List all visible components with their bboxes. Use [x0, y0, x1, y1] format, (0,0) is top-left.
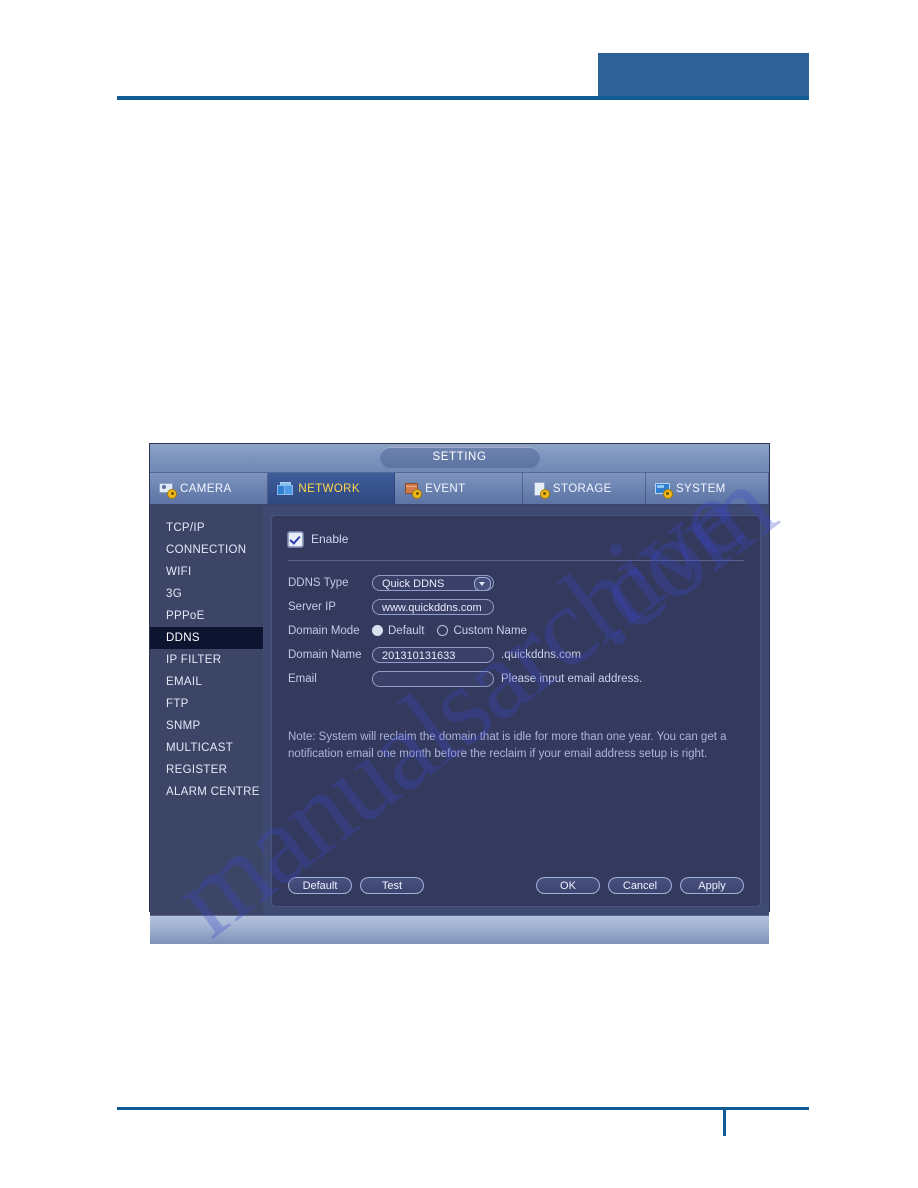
radio-default-label: Default — [388, 624, 425, 637]
sidebar-item-multicast[interactable]: MULTICAST — [150, 737, 263, 759]
tab-system[interactable]: SYSTEM — [646, 473, 769, 504]
ok-button[interactable]: OK — [536, 877, 600, 894]
domain-name-label: Domain Name — [288, 648, 362, 661]
tab-network-label: NETWORK — [298, 482, 360, 495]
server-ip-row: Server IP www.quickddns.com — [288, 596, 744, 617]
dialog-tabbar: CAMERA NETWORK EVENT STORAGE SYSTEM — [150, 473, 769, 505]
tab-event[interactable]: EVENT — [395, 473, 523, 504]
tab-storage-label: STORAGE — [552, 482, 612, 495]
dvr-setting-dialog: SETTING CAMERA NETWORK EVENT STORAGE SYS… — [150, 444, 769, 944]
page-footer-rule — [117, 1107, 809, 1110]
page-header-rule — [117, 96, 809, 100]
ddns-type-select[interactable]: Quick DDNS — [372, 574, 494, 591]
tab-network[interactable]: NETWORK — [268, 473, 396, 504]
server-ip-input[interactable]: www.quickddns.com — [372, 598, 494, 615]
domain-mode-radio-group: Default Custom Name — [372, 625, 535, 637]
server-ip-label: Server IP — [288, 600, 336, 613]
test-button[interactable]: Test — [360, 877, 424, 894]
dialog-title: SETTING — [379, 447, 540, 468]
sidebar-item-register[interactable]: REGISTER — [150, 759, 263, 781]
sidebar-item-3g[interactable]: 3G — [150, 583, 263, 605]
radio-custom-name[interactable] — [437, 625, 449, 636]
radio-custom-name-label: Custom Name — [453, 624, 527, 637]
enable-checkbox[interactable] — [288, 531, 303, 547]
sidebar-item-email[interactable]: EMAIL — [150, 671, 263, 693]
domain-name-input[interactable]: 201310131633 — [372, 646, 494, 663]
tab-storage[interactable]: STORAGE — [523, 473, 646, 504]
default-button[interactable]: Default — [288, 877, 352, 894]
sidebar-item-ddns[interactable]: DDNS — [150, 627, 263, 649]
email-row: Email Please input email address. — [288, 668, 744, 689]
camera-icon — [159, 482, 176, 498]
sidebar-item-ip-filter[interactable]: IP FILTER — [150, 649, 263, 671]
sidebar-item-snmp[interactable]: SNMP — [150, 715, 263, 737]
domain-name-row: Domain Name 201310131633 .quickddns.com — [288, 644, 744, 665]
enable-row: Enable — [288, 530, 744, 548]
page-header-accent-block — [598, 53, 809, 99]
reclaim-note: Note: System will reclaim the domain tha… — [288, 731, 727, 760]
dialog-footer-bar — [150, 915, 769, 944]
network-sidebar: TCP/IP CONNECTION WIFI 3G PPPoE DDNS IP … — [150, 505, 263, 915]
tab-event-label: EVENT — [425, 482, 466, 495]
ddns-type-label: DDNS Type — [288, 576, 349, 589]
ddns-type-row: DDNS Type Quick DDNS — [288, 572, 744, 593]
dialog-titlebar: SETTING — [150, 444, 769, 473]
domain-name-suffix: .quickddns.com — [501, 648, 581, 661]
enable-label: Enable — [311, 532, 349, 546]
domain-mode-label: Domain Mode — [288, 624, 360, 637]
chevron-down-icon[interactable] — [474, 576, 491, 590]
sidebar-item-wifi[interactable]: WIFI — [150, 561, 263, 583]
sidebar-item-tcpip[interactable]: TCP/IP — [150, 517, 263, 539]
ddns-settings-content: Enable DDNS Type Quick DDNS Server IP ww… — [263, 505, 769, 915]
email-input[interactable] — [372, 670, 494, 687]
tab-camera-label: CAMERA — [180, 482, 232, 495]
system-icon — [654, 482, 672, 498]
email-hint: Please input email address. — [501, 672, 643, 685]
page-footer-tick — [723, 1110, 726, 1136]
storage-icon — [532, 481, 549, 498]
tab-system-label: SYSTEM — [675, 482, 726, 495]
apply-button[interactable]: Apply — [680, 877, 744, 894]
ddns-panel: Enable DDNS Type Quick DDNS Server IP ww… — [271, 515, 761, 907]
dialog-body: TCP/IP CONNECTION WIFI 3G PPPoE DDNS IP … — [150, 505, 769, 915]
email-label: Email — [288, 672, 317, 685]
dialog-button-row: Default Test OK Cancel Apply — [288, 877, 744, 894]
tab-camera[interactable]: CAMERA — [150, 473, 269, 504]
ddns-type-value: Quick DDNS — [382, 577, 445, 590]
sidebar-item-ftp[interactable]: FTP — [150, 693, 263, 715]
sidebar-item-pppoe[interactable]: PPPoE — [150, 605, 263, 627]
radio-default[interactable] — [372, 625, 383, 636]
cancel-button[interactable]: Cancel — [608, 877, 672, 894]
sidebar-item-connection[interactable]: CONNECTION — [150, 539, 263, 561]
section-divider — [288, 560, 744, 561]
sidebar-item-alarm-centre[interactable]: ALARM CENTRE — [150, 781, 263, 803]
event-icon — [404, 482, 422, 498]
domain-mode-row: Domain Mode Default Custom Name — [288, 620, 744, 641]
network-icon — [277, 481, 294, 496]
